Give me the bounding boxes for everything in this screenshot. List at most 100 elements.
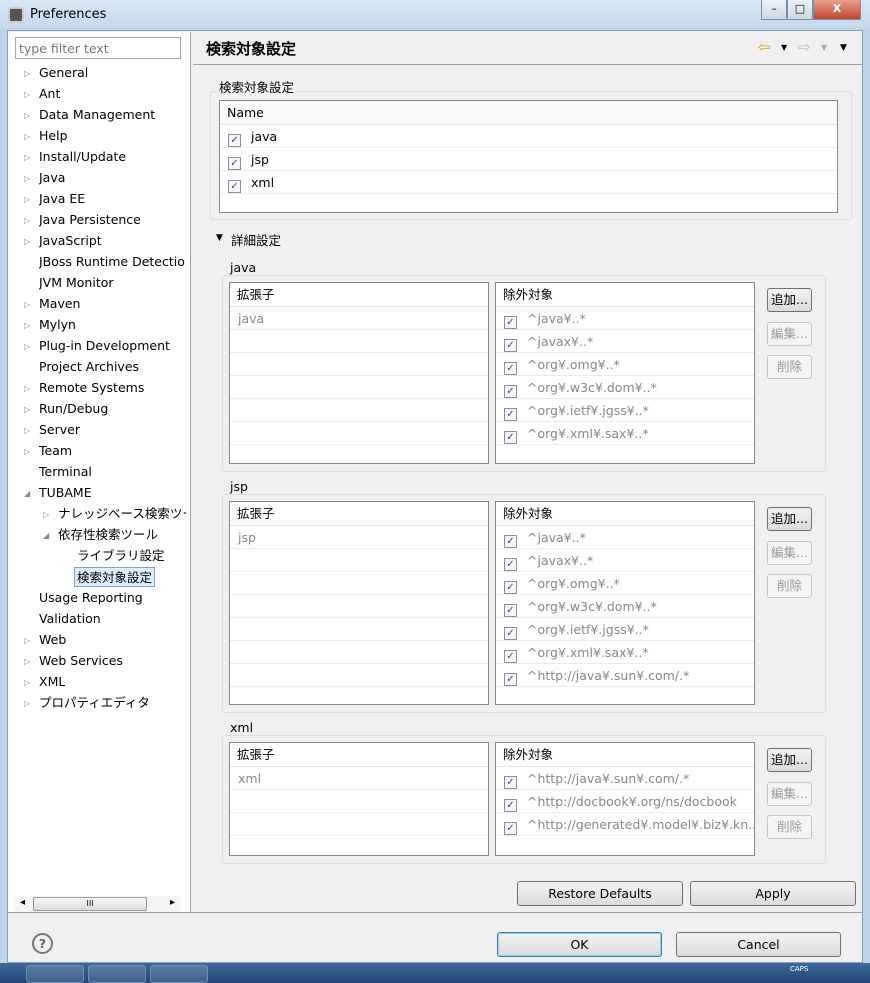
exclusion-header[interactable]: 除外対象 xyxy=(496,502,754,526)
tree-item[interactable]: JavaScript xyxy=(39,231,102,251)
edit-button[interactable]: 編集... xyxy=(767,541,812,565)
tree-item[interactable]: Web xyxy=(39,630,66,650)
checkbox-checked-icon[interactable]: ✓ xyxy=(504,650,517,663)
tree-expand-icon[interactable]: ▷ xyxy=(24,69,30,78)
tree-item[interactable]: Help xyxy=(39,126,68,146)
exclusion-row[interactable]: ✓ ^org¥.xml¥.sax¥..* xyxy=(496,422,754,445)
checkbox-checked-icon[interactable]: ✓ xyxy=(228,134,241,147)
exclusion-header[interactable]: 除外対象 xyxy=(496,743,754,767)
tree-expand-icon[interactable]: ▷ xyxy=(24,153,30,162)
exclusion-row[interactable]: ✓ ^org¥.xml¥.sax¥..* xyxy=(496,641,754,664)
exclusion-row[interactable]: ✓ ^http://generated¥.model¥.biz¥.kn... xyxy=(496,813,754,836)
tree-item[interactable]: Remote Systems xyxy=(39,378,144,398)
checkbox-checked-icon[interactable]: ✓ xyxy=(504,822,517,835)
tree-expand-icon[interactable]: ▷ xyxy=(24,132,30,141)
tree-item[interactable]: 検索対象設定 xyxy=(74,567,156,587)
scroll-thumb[interactable]: III xyxy=(33,897,147,911)
tree-item[interactable]: Java xyxy=(39,168,65,188)
tree-item[interactable]: Java EE xyxy=(39,189,85,209)
filter-input[interactable] xyxy=(15,37,181,59)
tree-item[interactable]: Project Archives xyxy=(39,357,139,377)
tree-item[interactable]: Maven xyxy=(39,294,80,314)
tree-expand-icon[interactable]: ▷ xyxy=(24,111,30,120)
checkbox-checked-icon[interactable]: ✓ xyxy=(504,385,517,398)
checkbox-checked-icon[interactable]: ✓ xyxy=(504,776,517,789)
target-row[interactable]: ✓ xml xyxy=(220,171,837,194)
tree-expand-icon[interactable]: ▷ xyxy=(24,384,30,393)
checkbox-checked-icon[interactable]: ✓ xyxy=(504,558,517,571)
tree-expand-icon[interactable]: ▷ xyxy=(24,636,30,645)
delete-button[interactable]: 削除 xyxy=(767,574,812,598)
exclusion-row[interactable]: ✓ ^http://java¥.sun¥.com/.* xyxy=(496,767,754,790)
back-icon[interactable]: ⇦ xyxy=(758,38,771,56)
extension-row[interactable]: xml xyxy=(230,767,488,790)
tree-expand-icon[interactable]: ▷ xyxy=(24,321,30,330)
tree-item[interactable]: XML xyxy=(39,672,65,692)
details-section-label[interactable]: 詳細設定 xyxy=(231,230,281,249)
checkbox-checked-icon[interactable]: ✓ xyxy=(504,339,517,352)
tree-item[interactable]: Usage Reporting xyxy=(39,588,143,608)
add-button[interactable]: 追加... xyxy=(767,507,812,531)
exclusion-row[interactable]: ✓ ^javax¥..* xyxy=(496,549,754,572)
tree-item[interactable]: Java Persistence xyxy=(39,210,141,230)
add-button[interactable]: 追加... xyxy=(767,288,812,312)
tree-item[interactable]: Ant xyxy=(39,84,60,104)
edit-button[interactable]: 編集... xyxy=(767,322,812,346)
view-menu-icon[interactable]: ▼ xyxy=(840,43,847,53)
taskbar-app-diff[interactable] xyxy=(26,965,84,983)
tree-item[interactable]: Data Management xyxy=(39,105,155,125)
taskbar-app-excel[interactable] xyxy=(88,965,146,983)
target-row[interactable]: ✓ java xyxy=(220,125,837,148)
exclusion-row[interactable]: ✓ ^org¥.omg¥..* xyxy=(496,572,754,595)
tree-item[interactable]: プロパティエディタ xyxy=(39,693,150,713)
tree-item[interactable]: Terminal xyxy=(39,462,92,482)
tree-item[interactable]: Install/Update xyxy=(39,147,126,167)
taskbar-app-cmd[interactable] xyxy=(150,965,208,983)
exclusion-row[interactable]: ✓ ^org¥.ietf¥.jgss¥..* xyxy=(496,399,754,422)
tree-expand-icon[interactable]: ▷ xyxy=(24,405,30,414)
back-menu-chevron-icon[interactable]: ▼ xyxy=(781,43,787,52)
tree-item[interactable]: Team xyxy=(39,441,72,461)
tree-item[interactable]: JBoss Runtime Detection xyxy=(39,252,186,272)
tree-item[interactable]: ナレッジベース検索ツール xyxy=(58,504,186,524)
scroll-left-arrow-icon[interactable]: ◂ xyxy=(20,897,25,908)
exclusion-row[interactable]: ✓ ^org¥.w3c¥.dom¥..* xyxy=(496,376,754,399)
minimize-button[interactable]: – xyxy=(761,0,787,20)
tree-item[interactable]: Web Services xyxy=(39,651,123,671)
tree-expand-icon[interactable]: ▷ xyxy=(24,426,30,435)
ok-button[interactable]: OK xyxy=(497,932,662,957)
exclusion-row[interactable]: ✓ ^java¥..* xyxy=(496,526,754,549)
checkbox-checked-icon[interactable]: ✓ xyxy=(504,604,517,617)
tree-expand-icon[interactable]: ▷ xyxy=(24,447,30,456)
checkbox-checked-icon[interactable]: ✓ xyxy=(504,673,517,686)
checkbox-checked-icon[interactable]: ✓ xyxy=(504,362,517,375)
name-column-header[interactable]: Name xyxy=(220,101,837,125)
scroll-right-arrow-icon[interactable]: ▸ xyxy=(170,897,175,908)
exclusion-row[interactable]: ✓ ^javax¥..* xyxy=(496,330,754,353)
tree-expand-icon[interactable]: ◢ xyxy=(43,531,49,540)
checkbox-checked-icon[interactable]: ✓ xyxy=(228,180,241,193)
tree-expand-icon[interactable]: ▷ xyxy=(24,678,30,687)
exclusion-row[interactable]: ✓ ^http://docbook¥.org/ns/docbook xyxy=(496,790,754,813)
expand-chevron-icon[interactable]: ▼ xyxy=(216,233,223,243)
extension-header[interactable]: 拡張子 xyxy=(230,502,488,526)
extension-header[interactable]: 拡張子 xyxy=(230,743,488,767)
delete-button[interactable]: 削除 xyxy=(767,355,812,379)
tree-expand-icon[interactable]: ▷ xyxy=(24,699,30,708)
checkbox-checked-icon[interactable]: ✓ xyxy=(228,157,241,170)
tree-expand-icon[interactable]: ▷ xyxy=(24,657,30,666)
tree-expand-icon[interactable]: ▷ xyxy=(24,90,30,99)
tree-expand-icon[interactable]: ▷ xyxy=(24,195,30,204)
add-button[interactable]: 追加... xyxy=(767,748,812,772)
checkbox-checked-icon[interactable]: ✓ xyxy=(504,535,517,548)
close-button[interactable]: X xyxy=(813,0,861,20)
tree-expand-icon[interactable]: ▷ xyxy=(24,216,30,225)
tree-item[interactable]: Server xyxy=(39,420,80,440)
checkbox-checked-icon[interactable]: ✓ xyxy=(504,431,517,444)
tree-item[interactable]: General xyxy=(39,63,88,83)
maximize-button[interactable]: □ xyxy=(787,0,813,20)
extension-row[interactable]: java xyxy=(230,307,488,330)
tree-item[interactable]: ライブラリ設定 xyxy=(77,546,165,566)
tree-expand-icon[interactable]: ▷ xyxy=(24,237,30,246)
help-icon[interactable]: ? xyxy=(32,933,53,954)
